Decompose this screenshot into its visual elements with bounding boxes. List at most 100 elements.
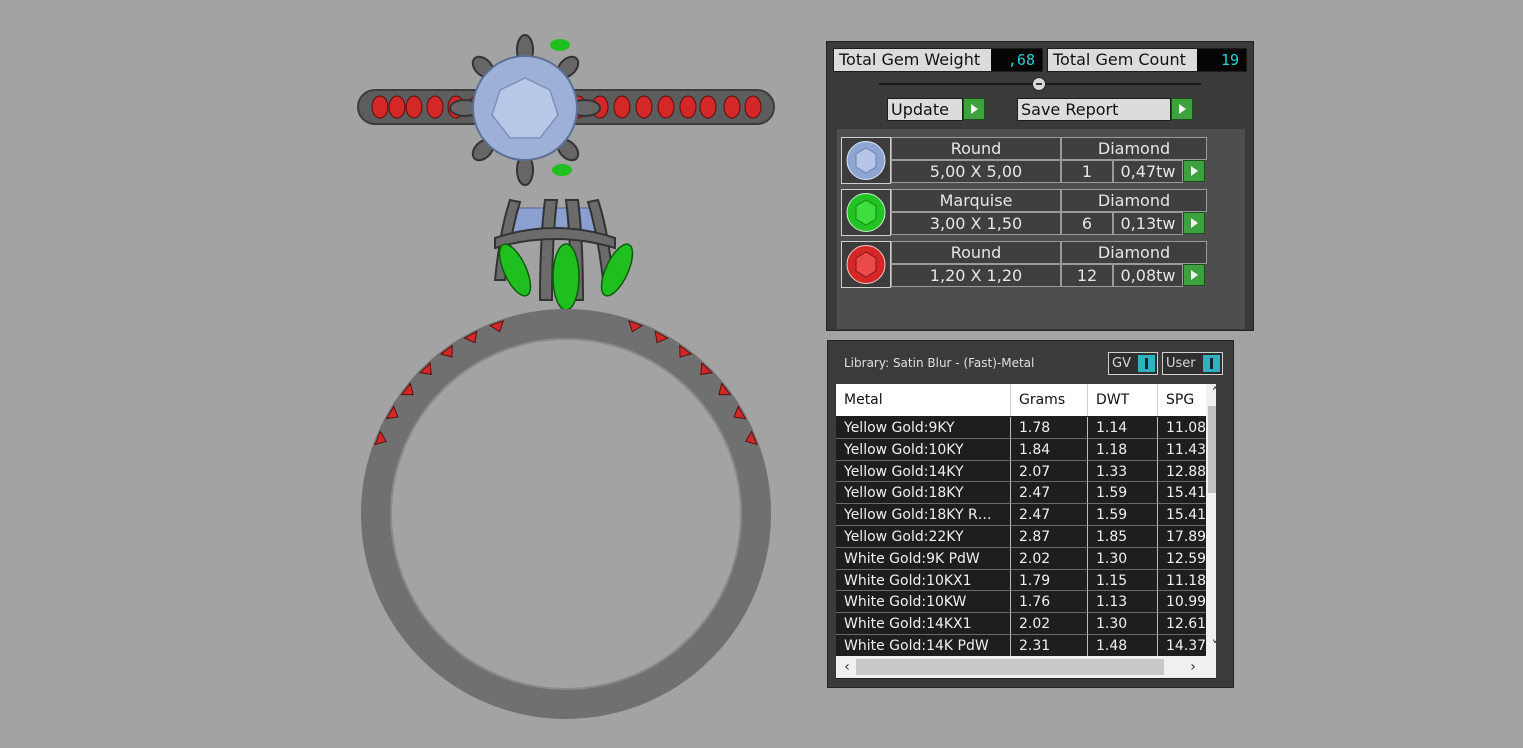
dwt-cell: 1.59	[1088, 482, 1158, 505]
metal-name-cell: White Gold:10KW	[836, 591, 1011, 614]
dwt-cell: 1.85	[1088, 526, 1158, 548]
gem-material: Diamond	[1061, 241, 1207, 264]
gem-list: Round Diamond 5,00 X 5,00 1 0,47tw Marqu…	[837, 129, 1245, 329]
gem-row[interactable]: Marquise Diamond 3,00 X 1,50 6 0,13tw	[841, 189, 1207, 236]
table-row[interactable]: Yellow Gold:22KY 2.87 1.85 17.89	[836, 526, 1210, 548]
column-header-dwt[interactable]: DWT	[1088, 384, 1158, 416]
dwt-cell: 1.59	[1088, 504, 1158, 526]
dwt-cell: 1.14	[1088, 417, 1158, 439]
vertical-scroll-thumb[interactable]	[1208, 406, 1216, 493]
dwt-cell: 1.30	[1088, 547, 1158, 570]
gem-weight: 0,47tw	[1113, 160, 1183, 183]
table-header: Metal Grams DWT SPG	[836, 384, 1210, 416]
save-report-play-icon[interactable]	[1171, 98, 1193, 120]
spg-cell: 12.59	[1158, 547, 1210, 570]
scroll-down-icon[interactable]: ˅	[1206, 638, 1217, 656]
table-row[interactable]: Yellow Gold:10KY 1.84 1.18 11.43	[836, 438, 1210, 461]
metal-name-cell: Yellow Gold:9KY	[836, 417, 1011, 439]
gem-thumbnail	[841, 137, 891, 184]
dwt-cell: 1.48	[1088, 635, 1158, 657]
accent-stone	[371, 95, 389, 119]
gem-size: 1,20 X 1,20	[891, 264, 1061, 287]
update-command[interactable]: Update	[887, 98, 985, 121]
total-gem-weight: Total Gem Weight ,68	[833, 48, 1043, 72]
accent-stone	[405, 95, 423, 119]
library-label: Library: Satin Blur - (Fast)-Metal	[844, 356, 1035, 370]
update-play-icon[interactable]	[963, 98, 985, 120]
grams-cell: 2.02	[1011, 613, 1088, 635]
ring-viewport[interactable]	[340, 20, 800, 720]
grams-cell: 1.79	[1011, 569, 1088, 592]
gem-count: 6	[1061, 212, 1113, 235]
gem-size: 5,00 X 5,00	[891, 160, 1061, 183]
gem-row[interactable]: Round Diamond 5,00 X 5,00 1 0,47tw	[841, 137, 1207, 184]
total-gem-count-value: 19	[1197, 49, 1246, 71]
gem-row-play-icon[interactable]	[1183, 212, 1205, 234]
total-gem-count: Total Gem Count 19	[1047, 48, 1247, 72]
table-row[interactable]: White Gold:14KX1 2.02 1.30 12.61	[836, 613, 1210, 635]
scroll-up-icon[interactable]: ˄	[1206, 385, 1217, 403]
scroll-left-icon[interactable]: ‹	[838, 658, 856, 676]
save-report-button[interactable]: Save Report	[1017, 98, 1171, 121]
gem-row-play-icon[interactable]	[1183, 160, 1205, 182]
user-toggle[interactable]: User	[1162, 352, 1223, 375]
dwt-cell: 1.18	[1088, 438, 1158, 461]
marquise-side	[498, 243, 634, 311]
table-row[interactable]: Yellow Gold:14KY 2.07 1.33 12.88	[836, 460, 1210, 483]
table-row[interactable]: Yellow Gold:18KY 2.47 1.59 15.41	[836, 482, 1210, 505]
vertical-scrollbar[interactable]: ˄ ˅	[1206, 384, 1216, 660]
metal-table[interactable]: Metal Grams DWT SPG Yellow Gold:9KY 1.78 1…	[836, 384, 1216, 679]
table-row[interactable]: Yellow Gold:9KY 1.78 1.14 11.08	[836, 417, 1210, 439]
gem-weight: 0,08tw	[1113, 264, 1183, 287]
total-gem-weight-value: ,68	[991, 49, 1042, 71]
grams-cell: 2.47	[1011, 482, 1088, 505]
horizontal-scrollbar[interactable]: ‹ ›	[836, 656, 1216, 678]
accent-stone	[679, 95, 697, 119]
accent-stone	[426, 95, 444, 119]
accent-stone	[744, 95, 762, 119]
slider-thumb[interactable]	[1032, 77, 1046, 91]
gem-row-play-icon[interactable]	[1183, 264, 1205, 286]
grams-cell: 2.87	[1011, 526, 1088, 548]
gem-thumbnail	[841, 189, 891, 236]
gem-row[interactable]: Round Diamond 1,20 X 1,20 12 0,08tw	[841, 241, 1207, 288]
marquise-gem-icon	[846, 193, 886, 232]
grams-cell: 1.78	[1011, 417, 1088, 439]
gem-size: 3,00 X 1,50	[891, 212, 1061, 235]
toggle-switch-icon[interactable]	[1138, 355, 1155, 372]
metal-name-cell: Yellow Gold:14KY	[836, 460, 1011, 483]
column-header-grams[interactable]: Grams	[1011, 384, 1088, 416]
save-report-command[interactable]: Save Report	[1017, 98, 1193, 121]
metal-name-cell: White Gold:14K PdW	[836, 635, 1011, 657]
column-header-metal[interactable]: Metal	[836, 384, 1011, 416]
horizontal-scroll-thumb[interactable]	[856, 659, 1164, 675]
metal-name-cell: White Gold:9K PdW	[836, 547, 1011, 570]
user-toggle-label: User	[1166, 356, 1196, 371]
column-header-spg[interactable]: SPG	[1158, 384, 1210, 416]
table-row[interactable]: White Gold:10KX1 1.79 1.15 11.18	[836, 569, 1210, 592]
gem-shape: Marquise	[891, 189, 1061, 212]
gem-shape: Round	[891, 137, 1061, 160]
gem-count: 12	[1061, 264, 1113, 287]
update-button[interactable]: Update	[887, 98, 963, 121]
table-row[interactable]: White Gold:9K PdW 2.02 1.30 12.59	[836, 547, 1210, 570]
accent-stone	[613, 95, 631, 119]
accent-stone	[723, 95, 741, 119]
gv-toggle[interactable]: GV	[1108, 352, 1158, 375]
grams-cell: 1.76	[1011, 591, 1088, 614]
toggle-switch-icon[interactable]	[1203, 355, 1220, 372]
grams-cell: 2.07	[1011, 460, 1088, 483]
table-row[interactable]: White Gold:10KW 1.76 1.13 10.99	[836, 591, 1210, 614]
metal-name-cell: Yellow Gold:18KY	[836, 482, 1011, 505]
gem-count: 1	[1061, 160, 1113, 183]
table-row[interactable]: Yellow Gold:18KY R… 2.47 1.59 15.41	[836, 504, 1210, 526]
spg-cell: 17.89	[1158, 526, 1210, 548]
scroll-right-icon[interactable]: ›	[1184, 658, 1202, 676]
dwt-cell: 1.33	[1088, 460, 1158, 483]
gem-report-panel: Total Gem Weight ,68 Total Gem Count 19 …	[826, 41, 1254, 331]
ring-shank-inner-edge	[390, 338, 742, 690]
metal-name-cell: White Gold:14KX1	[836, 613, 1011, 635]
table-row[interactable]: White Gold:14K PdW 2.31 1.48 14.37	[836, 635, 1210, 657]
round-gem-icon	[846, 141, 886, 180]
dwt-cell: 1.15	[1088, 569, 1158, 592]
